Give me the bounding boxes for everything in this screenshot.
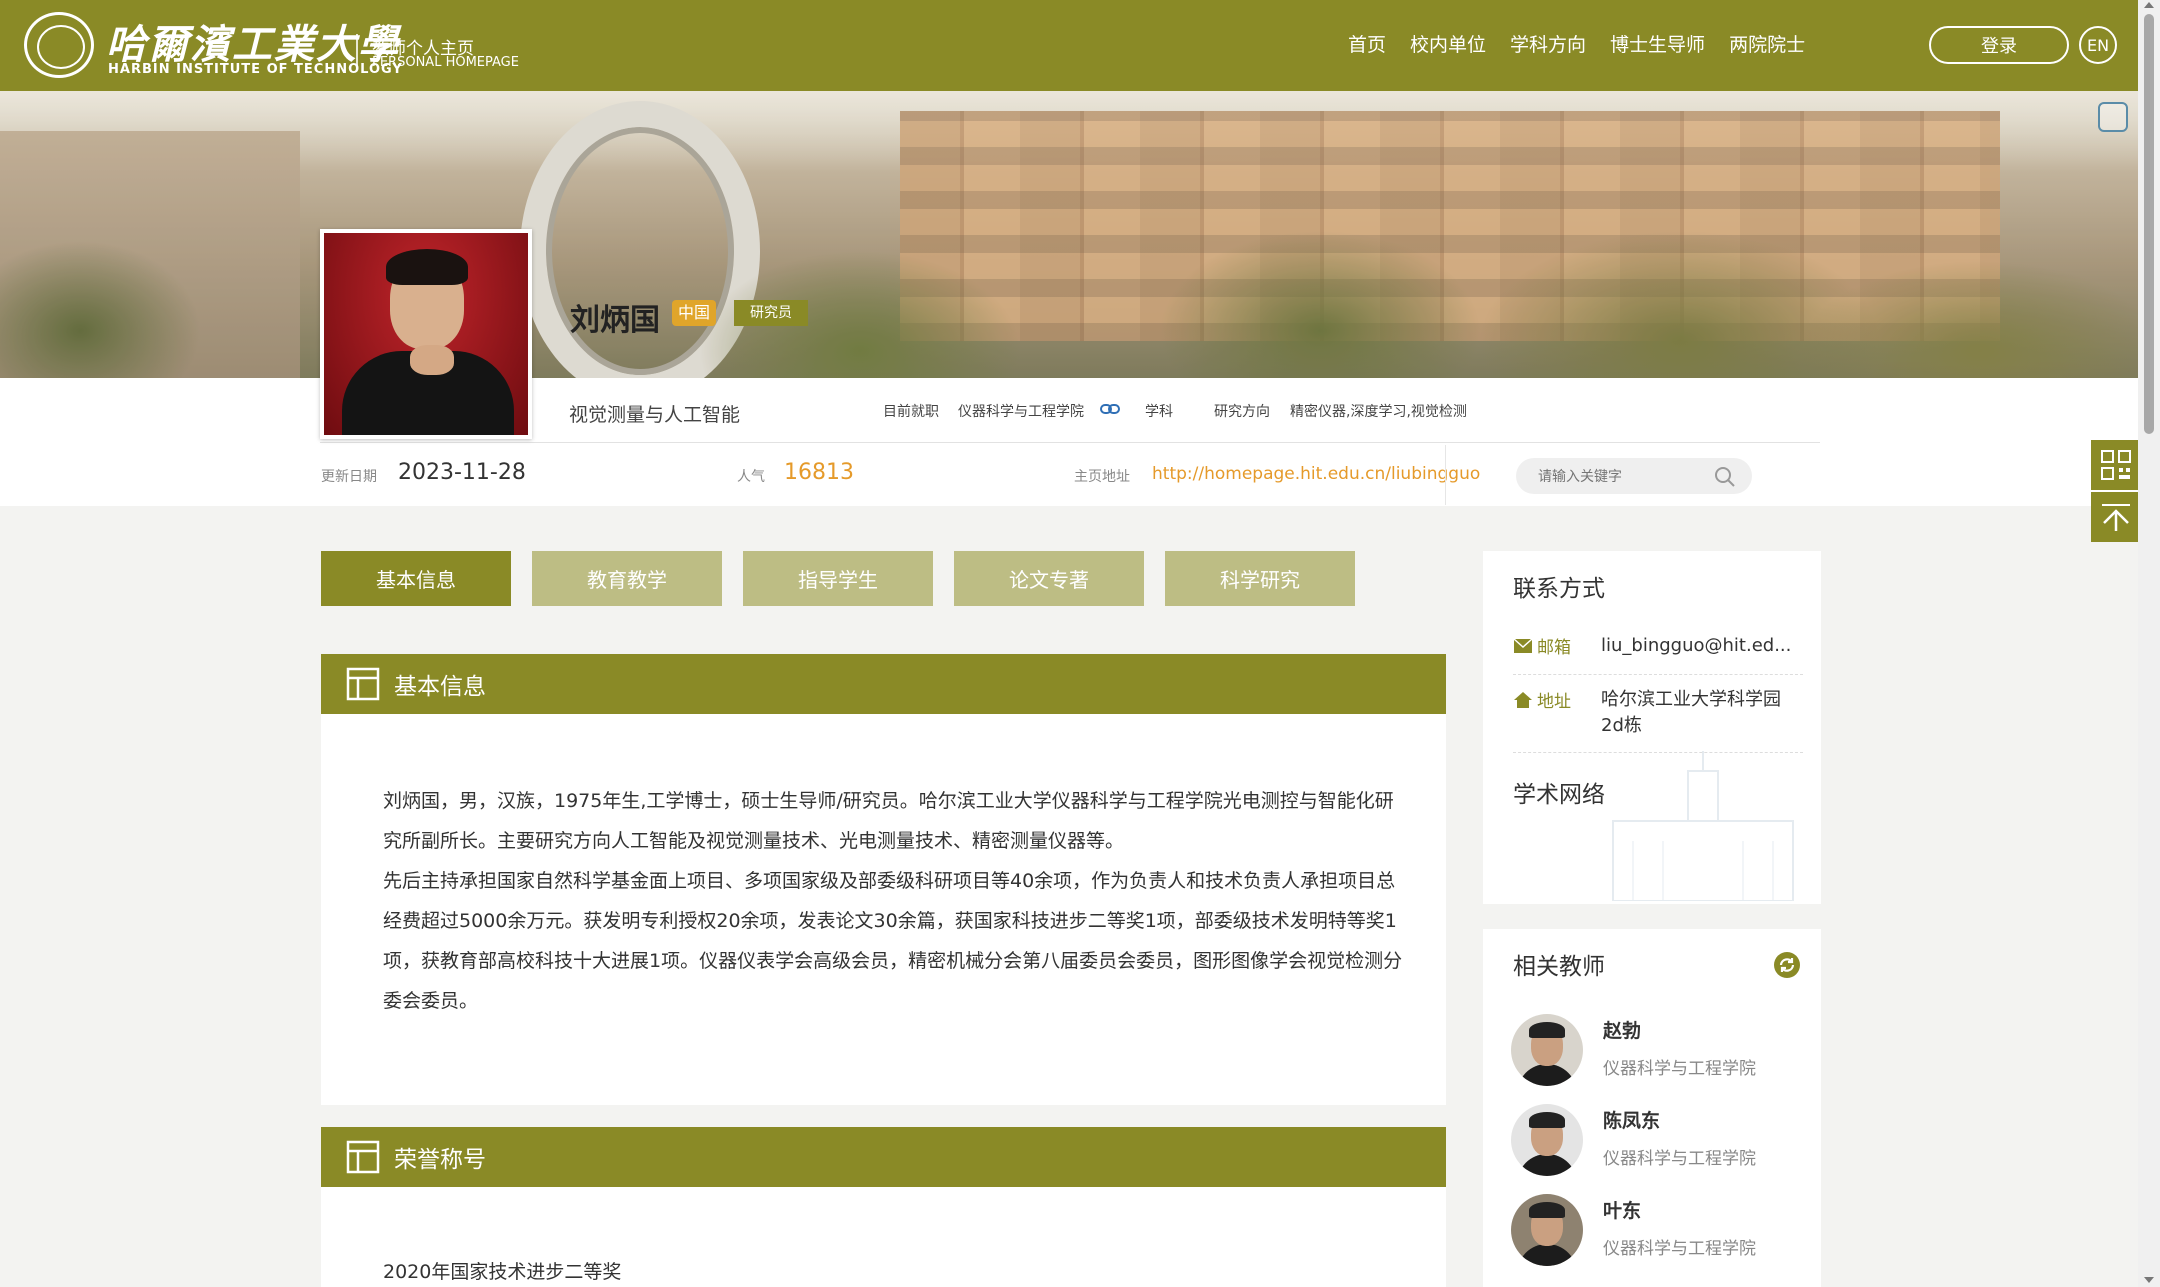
search-input[interactable] [1538, 466, 1708, 486]
avatar[interactable] [1511, 1014, 1583, 1086]
academic-network-title: 学术网络 [1513, 782, 1605, 808]
tab-students[interactable]: 指导学生 [743, 551, 933, 606]
profile-tabs: 基本信息 教育教学 指导学生 论文专著 科学研究 [321, 551, 1355, 606]
profile-name: 刘炳国 [570, 303, 660, 338]
related-teachers-title: 相关教师 [1513, 954, 1605, 980]
teacher-name[interactable]: 赵勃 [1603, 1016, 1641, 1043]
related-teacher-item[interactable]: 赵勃 仪器科学与工程学院 [1511, 1014, 1811, 1086]
language-switch-button[interactable]: EN [2079, 26, 2117, 64]
scroll-down-arrow-icon[interactable] [2144, 1277, 2154, 1283]
basic-info-paragraph: 先后主持承担国家自然科学基金面上项目、多项国家级及部委级科研项目等40余项，作为… [383, 870, 1403, 1012]
homepage-url-label: 主页地址 [1074, 469, 1130, 485]
top-navbar: 哈爾濱工業大學 HARBIN INSTITUTE OF TECHNOLOGY 教… [0, 0, 2138, 91]
search-box [1516, 458, 1752, 494]
country-badge: 中国 [672, 300, 717, 326]
logo-divider [356, 34, 358, 66]
link-icon[interactable] [1100, 403, 1120, 415]
qr-code-icon [2101, 450, 2131, 480]
layout-icon [346, 1140, 380, 1174]
arrow-up-icon [2102, 504, 2130, 531]
honors-body: 2020年国家技术进步二等奖 [321, 1187, 1446, 1287]
layout-icon [346, 667, 380, 701]
honors-title: 荣誉称号 [394, 1147, 486, 1173]
address-row: 地址 哈尔滨工业大学科学园2d栋 [1513, 687, 1803, 753]
research-label: 研究方向 [1214, 404, 1270, 420]
honors-header: 荣誉称号 [321, 1127, 1446, 1187]
teacher-name[interactable]: 叶东 [1603, 1196, 1641, 1223]
related-teacher-item[interactable]: 陈凤东 仪器科学与工程学院 [1511, 1104, 1811, 1176]
fullscreen-icon[interactable] [2098, 102, 2128, 132]
homepage-url-link[interactable]: http://homepage.hit.edu.cn/liubingguo [1152, 464, 1480, 484]
related-teachers-card: 相关教师 赵勃 仪器科学与工程学院 陈凤东 仪器科学与工程学院 叶东 仪器科学与… [1483, 929, 1821, 1287]
research-value: 精密仪器,深度学习,视觉检测 [1290, 404, 1467, 420]
qr-code-button[interactable] [2091, 440, 2141, 490]
search-icon[interactable] [1714, 466, 1736, 488]
basic-info-body: 刘炳国，男，汉族，1975年生,工学博士，硕士生导师/研究员。哈尔滨工业大学仪器… [321, 714, 1446, 1105]
address-value: 哈尔滨工业大学科学园2d栋 [1601, 689, 1781, 736]
email-key: 邮箱 [1513, 633, 1571, 658]
floating-dock [2091, 440, 2141, 544]
email-row: 邮箱 liu_bingguo@hit.ed... [1513, 633, 1803, 675]
teacher-name[interactable]: 陈凤东 [1603, 1106, 1660, 1133]
tab-research[interactable]: 科学研究 [1165, 551, 1355, 606]
page-scrollbar[interactable] [2138, 0, 2160, 1287]
photo-hand [410, 345, 454, 375]
tab-publications[interactable]: 论文专著 [954, 551, 1144, 606]
home-icon [1514, 691, 1532, 708]
profile-photo [320, 229, 532, 439]
popularity-label: 人气 [737, 469, 765, 485]
avatar[interactable] [1511, 1104, 1583, 1176]
nav-units[interactable]: 校内单位 [1410, 30, 1486, 57]
honor-item: 2020年国家技术进步二等奖 [383, 1261, 622, 1283]
photo-hair [386, 249, 468, 285]
info-divider [320, 442, 1820, 443]
main-nav: 首页 校内单位 学科方向 博士生导师 两院院士 [1348, 30, 1805, 57]
teacher-dept: 仪器科学与工程学院 [1603, 1149, 1756, 1169]
tab-basic-info[interactable]: 基本信息 [321, 551, 511, 606]
nav-disciplines[interactable]: 学科方向 [1510, 30, 1586, 57]
basic-info-title: 基本信息 [394, 674, 486, 700]
address-label: 地址 [1537, 692, 1571, 712]
basic-info-paragraph: 刘炳国，男，汉族，1975年生,工学博士，硕士生导师/研究员。哈尔滨工业大学仪器… [383, 790, 1394, 852]
scroll-up-arrow-icon[interactable] [2144, 2, 2154, 8]
scroll-thumb[interactable] [2144, 14, 2154, 434]
vertical-divider [1445, 445, 1446, 505]
refresh-icon[interactable] [1773, 951, 1801, 979]
nav-doctoral-supervisors[interactable]: 博士生导师 [1610, 30, 1705, 57]
profile-subtitle: 视觉测量与人工智能 [569, 404, 741, 426]
avatar[interactable] [1511, 1194, 1583, 1266]
teacher-dept: 仪器科学与工程学院 [1603, 1239, 1756, 1259]
teacher-dept: 仪器科学与工程学院 [1603, 1059, 1756, 1079]
nav-academicians[interactable]: 两院院士 [1729, 30, 1805, 57]
login-button[interactable]: 登录 [1929, 26, 2069, 64]
update-date-label: 更新日期 [321, 469, 377, 485]
site-subtitle-en: PERSONAL HOMEPAGE [372, 55, 519, 70]
logo-english[interactable]: HARBIN INSTITUTE OF TECHNOLOGY [108, 62, 403, 77]
update-date-value: 2023-11-28 [398, 460, 526, 485]
university-seal-icon[interactable] [24, 12, 94, 78]
tab-teaching[interactable]: 教育教学 [532, 551, 722, 606]
employment-label: 目前就职 [883, 404, 939, 420]
discipline-label: 学科 [1145, 404, 1173, 420]
contact-card: 联系方式 邮箱 liu_bingguo@hit.ed... 地址 哈尔滨工业大学… [1483, 551, 1821, 904]
related-teacher-item[interactable]: 叶东 仪器科学与工程学院 [1511, 1194, 1811, 1266]
email-value[interactable]: liu_bingguo@hit.ed... [1601, 633, 1797, 659]
title-badge: 研究员 [734, 300, 808, 326]
mail-icon [1513, 637, 1533, 653]
nav-home[interactable]: 首页 [1348, 30, 1386, 57]
basic-info-header: 基本信息 [321, 654, 1446, 714]
email-label: 邮箱 [1537, 638, 1571, 658]
contact-title: 联系方式 [1513, 576, 1605, 602]
employment-value-link[interactable]: 仪器科学与工程学院 [958, 401, 1084, 421]
back-to-top-button[interactable] [2091, 492, 2141, 542]
address-key: 地址 [1513, 687, 1571, 712]
popularity-value: 16813 [784, 460, 854, 485]
building-watermark-icon [1612, 751, 1794, 901]
